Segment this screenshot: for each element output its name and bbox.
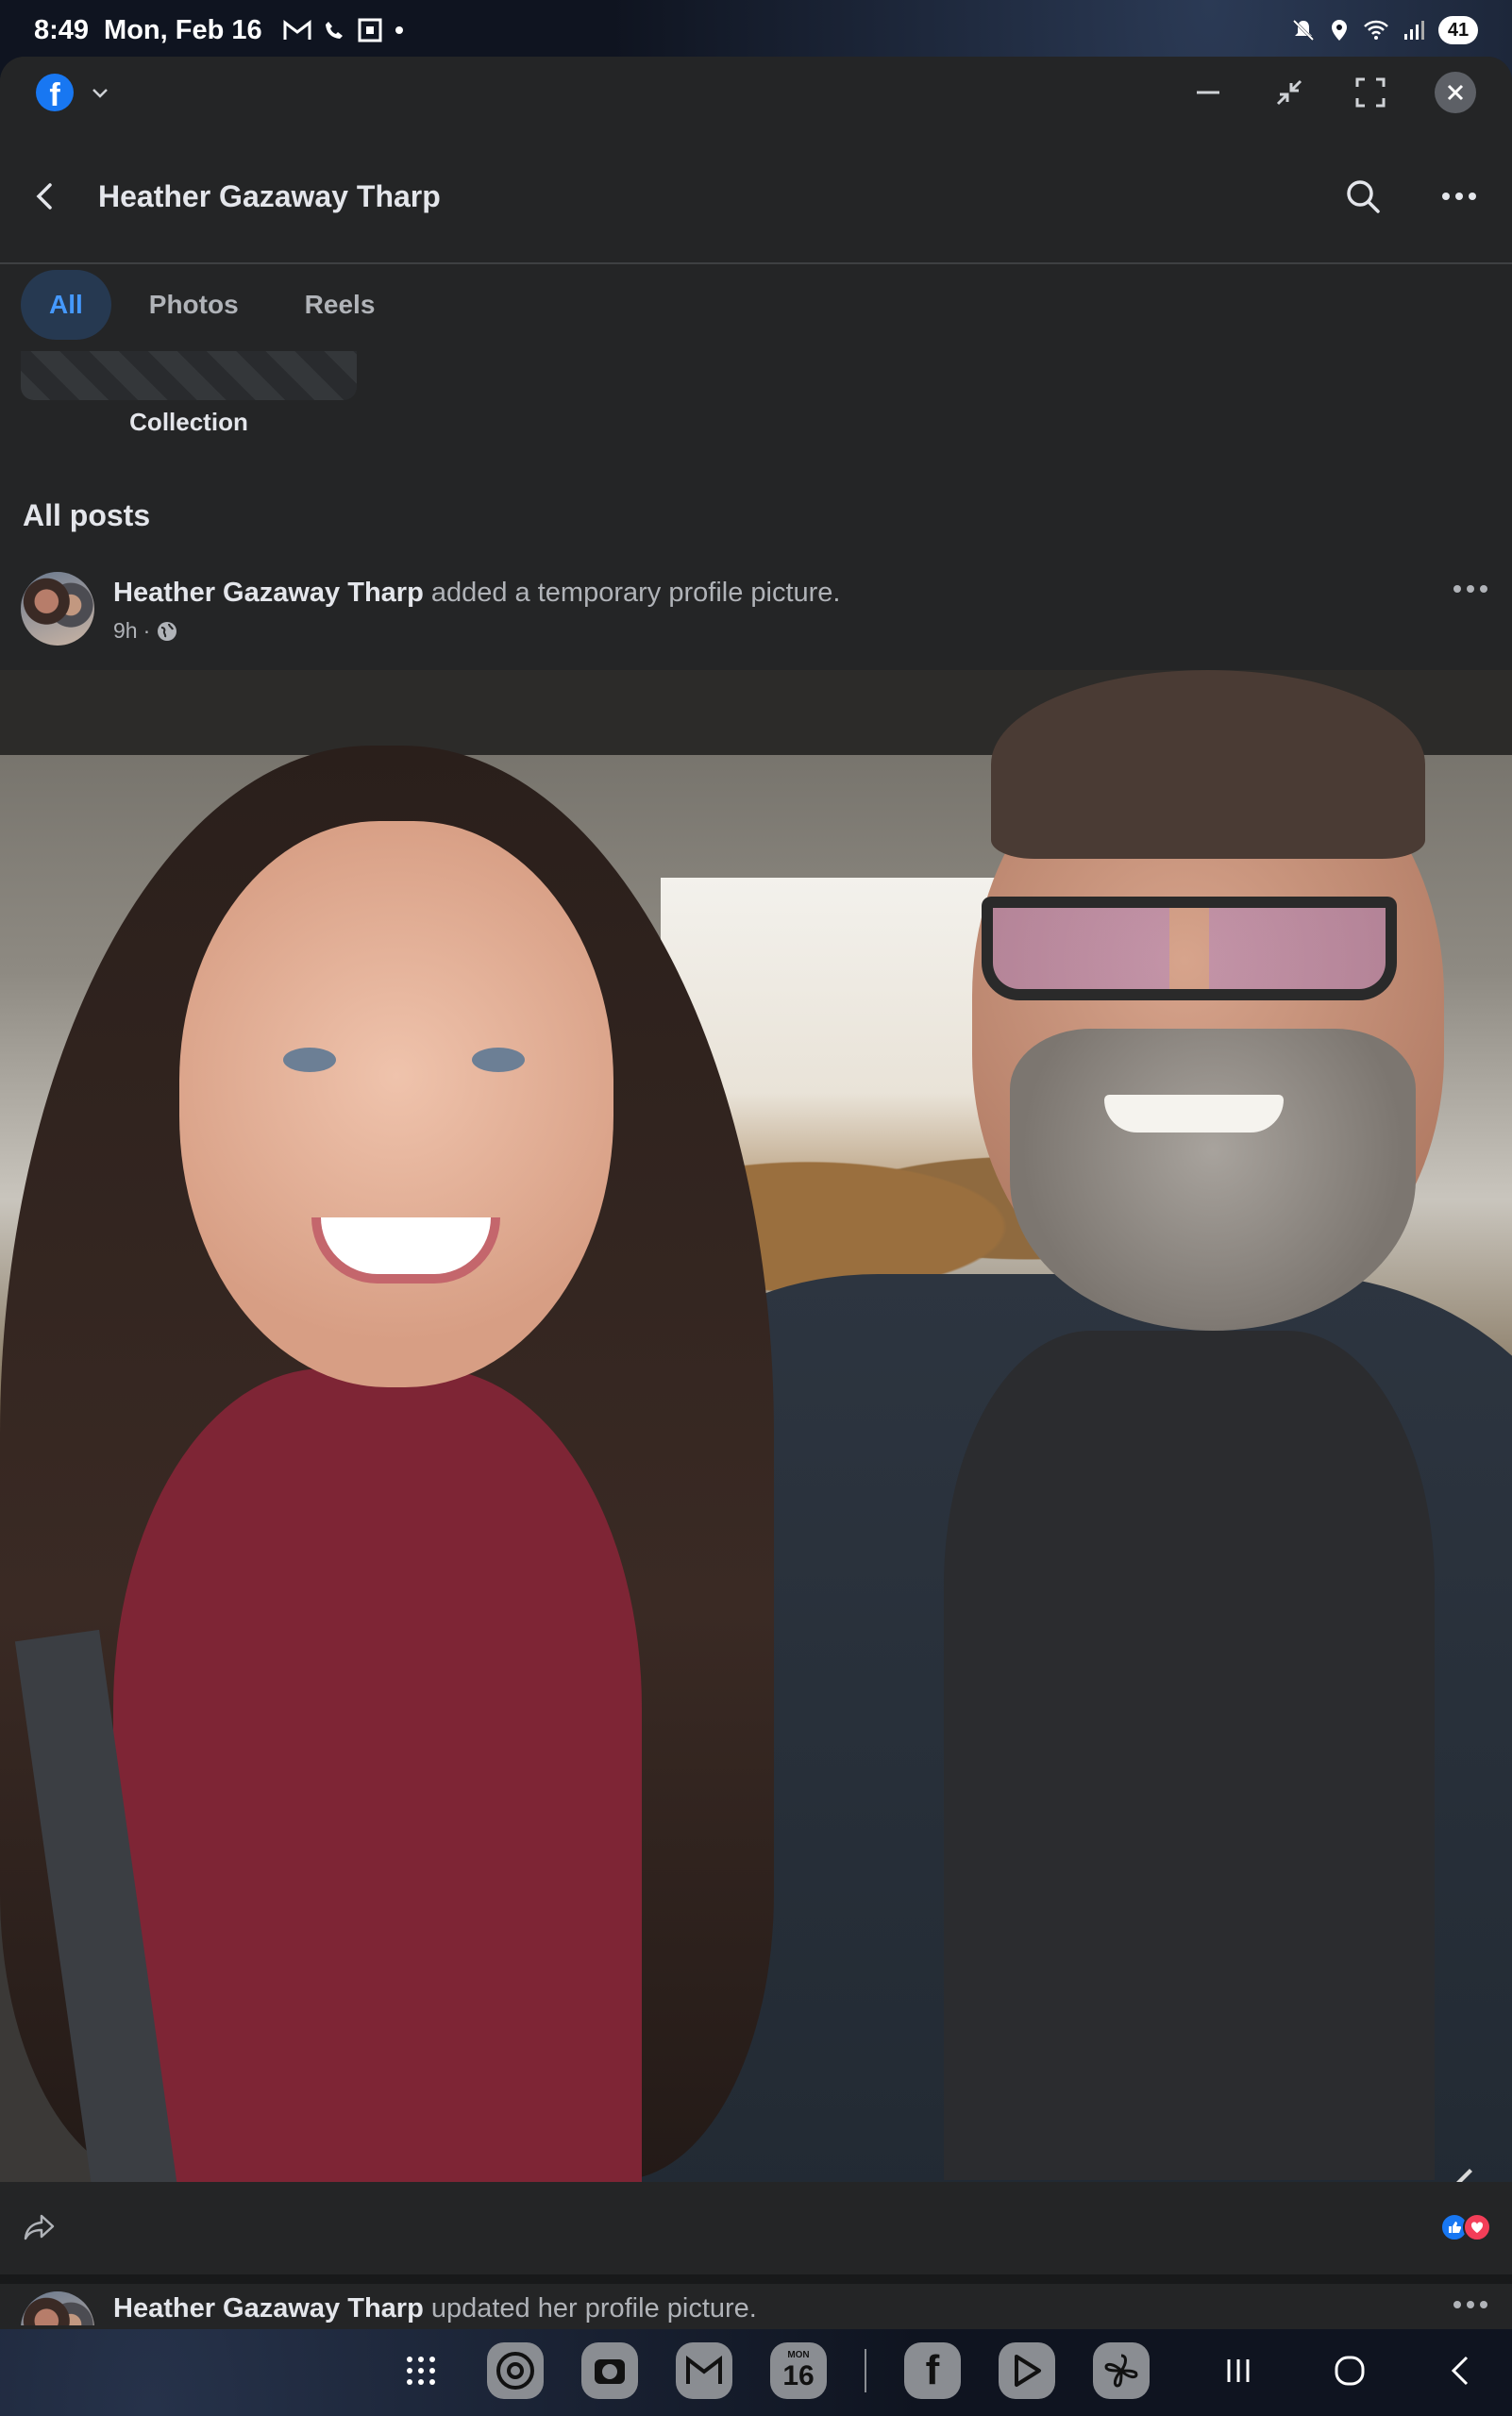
back-nav-icon[interactable] xyxy=(1442,2352,1480,2390)
photo-man-glasses xyxy=(982,897,1397,1000)
post-more-icon[interactable] xyxy=(1450,579,1491,598)
post-headline: Heather Gazaway Tharp updated her profil… xyxy=(113,2293,757,2324)
post-time[interactable]: 9h xyxy=(113,618,138,644)
facebook-icon[interactable]: f xyxy=(36,74,74,111)
status-bar: 8:49 Mon, Feb 16 41 xyxy=(0,0,1512,60)
system-navigation-bar: MON 16 f xyxy=(0,2325,1512,2416)
post-meta: 9h · xyxy=(113,618,841,644)
photo-man-smile xyxy=(1104,1095,1284,1132)
minimize-icon[interactable] xyxy=(1191,76,1225,109)
window-title-bar: f xyxy=(0,57,1512,128)
location-icon xyxy=(1332,20,1347,41)
post-photo[interactable] xyxy=(0,670,1512,2182)
tab-reels[interactable]: Reels xyxy=(277,270,404,340)
filter-tabs: All Photos Reels xyxy=(21,270,403,340)
post-author[interactable]: Heather Gazaway Tharp xyxy=(113,578,424,608)
app-dock: MON 16 f xyxy=(393,2342,1150,2399)
collection-label: Collection xyxy=(129,408,248,436)
avatar[interactable] xyxy=(21,2291,94,2325)
collapse-window-icon[interactable] xyxy=(1272,76,1306,109)
collection-thumbnail[interactable] xyxy=(21,351,357,400)
post-action-row xyxy=(0,2182,1512,2273)
love-reaction-icon xyxy=(1463,2213,1491,2241)
reaction-summary[interactable] xyxy=(1440,2213,1491,2241)
post-action: added a temporary profile picture. xyxy=(430,578,841,608)
photo-woman-eye-right xyxy=(472,1048,525,1072)
chrome-icon[interactable] xyxy=(487,2342,544,2399)
pinwheel-app-icon[interactable] xyxy=(1093,2342,1150,2399)
post-author[interactable]: Heather Gazaway Tharp xyxy=(113,2293,424,2324)
share-icon[interactable] xyxy=(21,2208,59,2246)
chevron-down-icon[interactable] xyxy=(91,83,109,102)
globe-icon xyxy=(158,621,177,641)
photo-woman-face xyxy=(179,821,613,1387)
play-store-icon[interactable] xyxy=(999,2342,1055,2399)
photo-man-hair xyxy=(991,670,1425,859)
photo-woman-eye-left xyxy=(283,1048,336,1072)
search-icon[interactable] xyxy=(1342,176,1384,217)
photo-woman-sweater xyxy=(113,1368,642,2182)
wifi-icon xyxy=(1364,20,1388,40)
close-icon[interactable] xyxy=(1435,72,1476,113)
page-header: Heather Gazaway Tharp xyxy=(0,130,1512,264)
post-divider xyxy=(0,2274,1512,2284)
back-arrow-icon[interactable] xyxy=(26,177,64,215)
section-title: All posts xyxy=(23,498,151,532)
signal-icon xyxy=(1404,21,1424,40)
dock-separator xyxy=(865,2349,866,2392)
page-title: Heather Gazaway Tharp xyxy=(98,178,441,213)
calendar-day: 16 xyxy=(782,2359,815,2391)
gmail-icon[interactable] xyxy=(676,2342,732,2399)
app-drawer-icon[interactable] xyxy=(393,2342,449,2399)
more-options-icon[interactable] xyxy=(1438,176,1480,217)
photo-man-beard xyxy=(1010,1029,1416,1331)
recent-apps-icon[interactable] xyxy=(1219,2352,1257,2390)
calendar-weekday: MON xyxy=(787,2349,810,2360)
tab-photos[interactable]: Photos xyxy=(121,270,267,340)
post-header: Heather Gazaway Tharp added a temporary … xyxy=(21,572,1491,646)
phone-notification-icon xyxy=(325,22,343,39)
screenshot-notification-icon xyxy=(358,18,382,42)
battery-indicator: 41 xyxy=(1438,16,1478,44)
mute-icon xyxy=(1292,19,1315,42)
camera-icon[interactable] xyxy=(581,2342,638,2399)
post-more-icon[interactable] xyxy=(1450,2295,1491,2314)
calendar-icon[interactable]: MON 16 xyxy=(770,2342,827,2399)
post-action: updated her profile picture. xyxy=(430,2293,757,2324)
gmail-notification-icon xyxy=(283,19,311,40)
status-time: 8:49 xyxy=(34,14,90,45)
fullscreen-icon[interactable] xyxy=(1353,76,1387,109)
home-icon[interactable] xyxy=(1331,2352,1369,2390)
meta-separator: · xyxy=(143,618,151,643)
tab-all[interactable]: All xyxy=(21,270,111,340)
status-date: Mon, Feb 16 xyxy=(104,14,262,45)
avatar[interactable] xyxy=(21,572,94,646)
photo-man-shirt xyxy=(944,1331,1435,2180)
post-headline: Heather Gazaway Tharp added a temporary … xyxy=(113,578,841,609)
more-notifications-dot-icon xyxy=(395,26,403,34)
post-header: Heather Gazaway Tharp updated her profil… xyxy=(21,2291,1491,2325)
facebook-app-icon[interactable]: f xyxy=(904,2342,961,2399)
